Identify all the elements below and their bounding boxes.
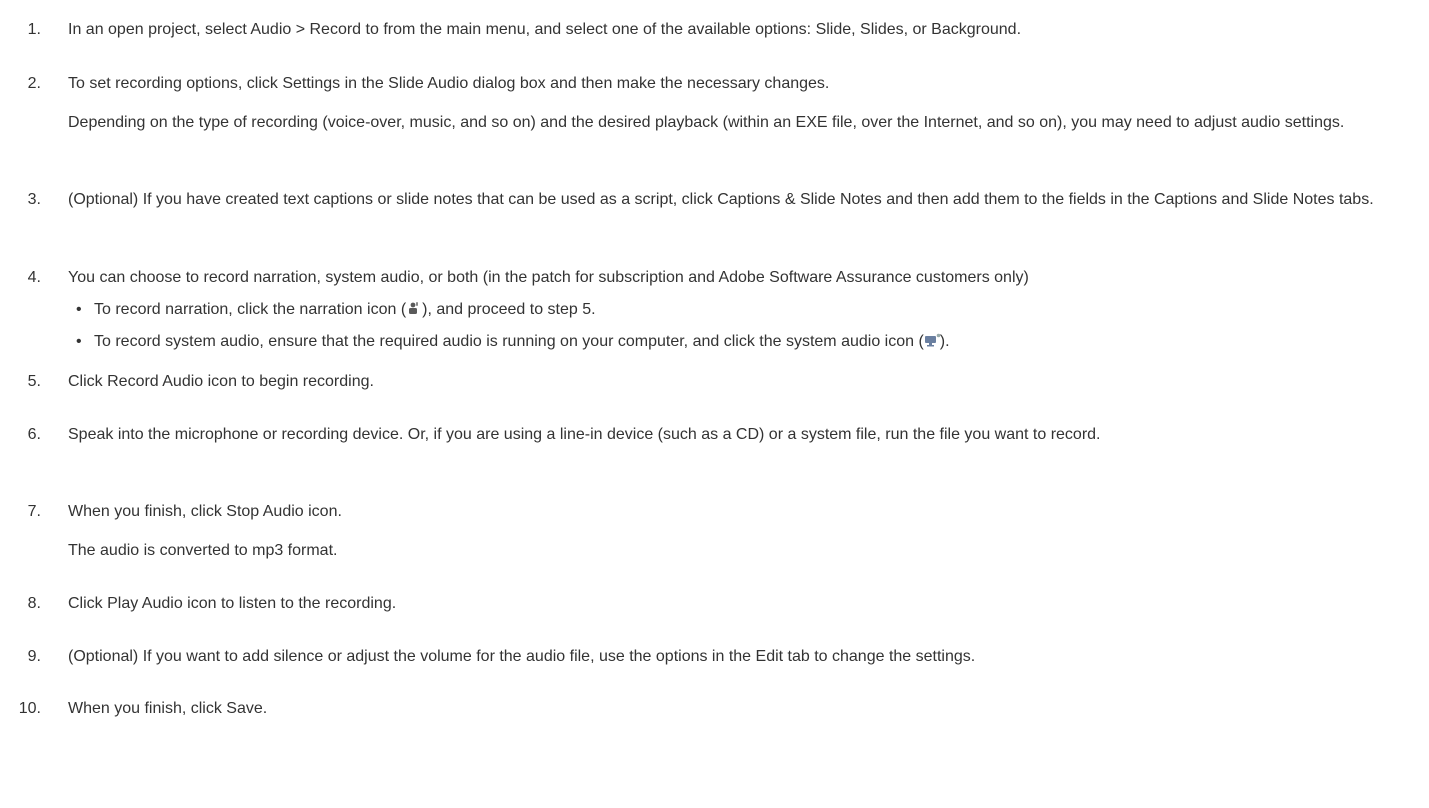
bullet-dot: • <box>76 333 82 350</box>
bullet-text: To record system audio, ensure that the … <box>94 331 950 350</box>
step-text: In an open project, select Audio > Recor… <box>68 21 1022 38</box>
step-text: When you finish, click Save. <box>68 700 268 717</box>
step-number: 10. <box>18 700 41 717</box>
bullet-dot: • <box>76 301 82 318</box>
system-audio-icon <box>924 331 941 347</box>
step-number: 2. <box>27 75 41 92</box>
step-number: 8. <box>27 595 41 612</box>
step-number: 9. <box>27 648 41 665</box>
step-number: 7. <box>27 503 41 520</box>
step-number: 6. <box>27 426 41 443</box>
step-7-note: The audio is converted to mp3 format. <box>68 542 338 559</box>
step-text: Speak into the microphone or recording d… <box>68 426 1101 443</box>
step-2-note: Depending on the type of recording (voic… <box>68 114 1345 131</box>
step-text: To set recording options, click Settings… <box>68 75 830 92</box>
step-text: You can choose to record narration, syst… <box>68 269 1029 286</box>
narration-icon <box>407 299 421 314</box>
step-number: 4. <box>27 269 41 286</box>
step-number: 3. <box>27 191 41 208</box>
step-text: (Optional) If you want to add silence or… <box>68 648 976 665</box>
step-text: (Optional) If you have created text capt… <box>68 191 1374 208</box>
bullet-text: To record narration, click the narration… <box>94 299 596 318</box>
step-text: Click Play Audio icon to listen to the r… <box>68 595 397 612</box>
step-text: Click Record Audio icon to begin recordi… <box>68 373 374 390</box>
step-number: 1. <box>27 21 41 38</box>
step-text: When you finish, click Stop Audio icon. <box>68 503 342 520</box>
step-number: 5. <box>27 373 41 390</box>
